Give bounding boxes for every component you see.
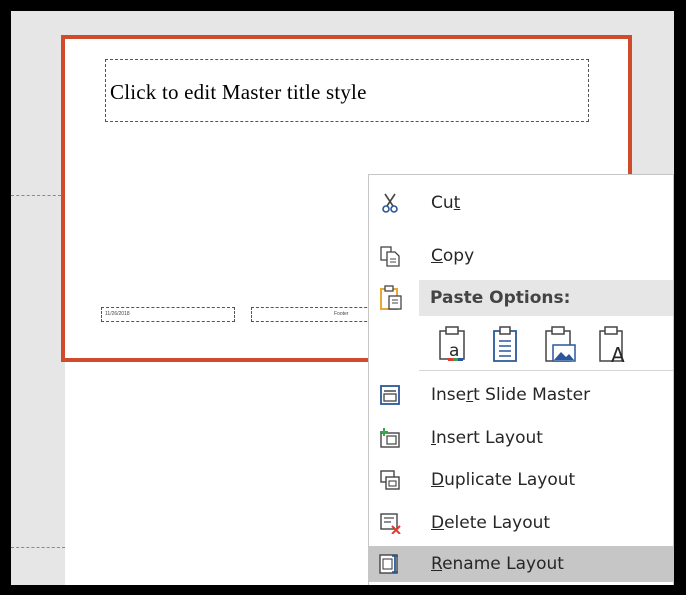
paste-keep-text-only-icon[interactable]: A <box>597 323 631 363</box>
delete-layout-icon <box>380 513 401 534</box>
copy-menu-item[interactable]: Copy <box>369 238 673 274</box>
duplicate-layout-menu-item[interactable]: Duplicate Layout <box>369 462 673 498</box>
insert-layout-icon <box>380 428 400 448</box>
delete-layout-menu-item[interactable]: Delete Layout <box>369 505 673 541</box>
slide-thumbnail-pane: Click to edit Master title style 11/26/2… <box>11 11 674 585</box>
date-placeholder[interactable]: 11/26/2018 <box>101 307 235 322</box>
insert-slide-master-label: Insert Slide Master <box>431 385 591 405</box>
duplicate-layout-label: Duplicate Layout <box>431 470 576 490</box>
cut-label: Cut <box>431 193 461 213</box>
thumbnail-connector-line <box>11 195 61 196</box>
cut-menu-item[interactable]: Cut <box>369 185 673 221</box>
footer-placeholder[interactable]: Footer <box>251 307 377 322</box>
svg-text:A: A <box>611 343 625 363</box>
context-menu: Cut Copy Paste Options: a A Insert Slide… <box>368 174 674 585</box>
paste-keep-source-formatting-icon[interactable] <box>489 323 523 363</box>
scissors-icon <box>382 193 398 213</box>
insert-layout-label: Insert Layout <box>431 428 543 448</box>
footer-placeholder-text: Footer <box>334 311 349 317</box>
title-placeholder[interactable]: Click to edit Master title style <box>105 59 589 122</box>
copy-icon <box>380 246 400 267</box>
rename-layout-label: Rename Layout <box>431 554 564 574</box>
copy-label: Copy <box>431 246 475 266</box>
date-placeholder-text: 11/26/2018 <box>105 311 130 317</box>
title-placeholder-text: Click to edit Master title style <box>110 80 367 104</box>
rename-layout-icon <box>379 554 398 574</box>
paste-options-label: Paste Options: <box>430 288 571 308</box>
delete-layout-label: Delete Layout <box>431 513 551 533</box>
rename-layout-menu-item[interactable]: Rename Layout <box>369 546 673 582</box>
insert-slide-master-menu-item[interactable]: Insert Slide Master <box>369 377 673 413</box>
paste-picture-icon[interactable] <box>543 323 577 363</box>
insert-layout-menu-item[interactable]: Insert Layout <box>369 420 673 456</box>
clipboard-icon <box>380 285 402 310</box>
duplicate-layout-icon <box>380 470 400 490</box>
paste-options-header: Paste Options: <box>419 280 673 316</box>
menu-separator <box>419 370 673 371</box>
insert-slide-master-icon <box>380 385 400 405</box>
paste-use-destination-theme-icon[interactable]: a <box>436 323 470 363</box>
thumbnail-connector-line <box>11 547 65 548</box>
